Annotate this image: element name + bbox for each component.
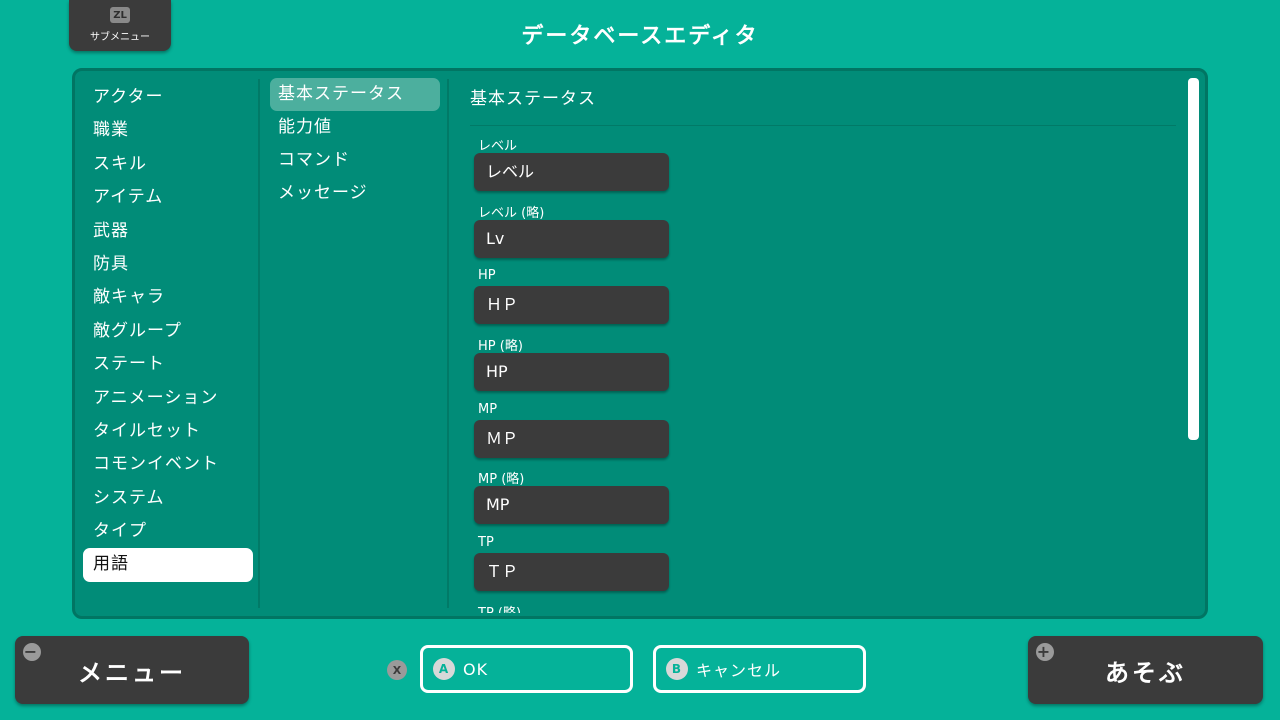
- menu-button[interactable]: − メニュー: [15, 636, 249, 704]
- minus-icon: −: [23, 642, 41, 661]
- field-level-abbr: レベル (略) Lv: [472, 193, 1180, 260]
- category-item-class[interactable]: 職業: [83, 114, 253, 147]
- category-item-armor[interactable]: 防具: [83, 248, 253, 281]
- field-label: HP: [478, 268, 496, 284]
- ok-button[interactable]: A OK: [420, 645, 633, 693]
- field-label: MP: [478, 401, 498, 417]
- category-item-skill[interactable]: スキル: [83, 148, 253, 181]
- subcategory-item-basic-status[interactable]: 基本ステータス: [270, 78, 440, 111]
- mp-abbr-input[interactable]: MP: [474, 486, 669, 525]
- b-button-icon: B: [666, 658, 688, 680]
- level-abbr-input[interactable]: Lv: [474, 219, 669, 258]
- tp-input[interactable]: ＴＰ: [474, 553, 669, 592]
- field-tp: TP ＴＰ: [472, 526, 1180, 593]
- field-label: レベル (略): [478, 205, 545, 221]
- subcategory-item-params[interactable]: 能力値: [270, 111, 440, 144]
- field-hp: HP ＨＰ: [472, 259, 1180, 326]
- field-level: レベル レベル: [472, 126, 1180, 193]
- hp-input[interactable]: ＨＰ: [474, 286, 669, 325]
- category-item-enemy[interactable]: 敵キャラ: [83, 281, 253, 314]
- subcategory-list: 基本ステータス 能力値 コマンド メッセージ: [270, 78, 440, 210]
- category-item-state[interactable]: ステート: [83, 348, 253, 381]
- play-button[interactable]: + あそぶ: [1028, 636, 1263, 704]
- menu-button-label: メニュー: [78, 658, 186, 687]
- field-list: レベル レベル レベル (略) Lv HP ＨＰ HP (略) HP MP ＭＰ…: [470, 126, 1180, 613]
- category-item-system[interactable]: システム: [83, 482, 253, 515]
- field-label: HP (略): [478, 339, 523, 355]
- a-button-icon: A: [433, 658, 455, 680]
- column-divider: [447, 79, 449, 608]
- category-item-tileset[interactable]: タイルセット: [83, 415, 253, 448]
- field-label: MP (略): [478, 472, 525, 488]
- field-tp-abbr: TP (略): [472, 593, 1180, 613]
- cancel-button-label: キャンセル: [696, 661, 782, 680]
- category-list: アクター 職業 スキル アイテム 武器 防具 敵キャラ 敵グループ ステート ア…: [83, 81, 253, 582]
- ok-button-label: OK: [463, 659, 489, 679]
- category-item-animation[interactable]: アニメーション: [83, 382, 253, 415]
- category-item-terms[interactable]: 用語: [83, 548, 253, 582]
- category-item-type[interactable]: タイプ: [83, 515, 253, 548]
- database-panel: アクター 職業 スキル アイテム 武器 防具 敵キャラ 敵グループ ステート ア…: [72, 68, 1208, 619]
- terms-content: 基本ステータス レベル レベル レベル (略) Lv HP ＨＰ HP (略) …: [470, 83, 1180, 613]
- category-item-item[interactable]: アイテム: [83, 181, 253, 214]
- field-mp-abbr: MP (略) MP: [472, 459, 1180, 526]
- level-input[interactable]: レベル: [474, 153, 669, 191]
- category-item-troop[interactable]: 敵グループ: [83, 315, 253, 348]
- subcategory-item-commands[interactable]: コマンド: [270, 144, 440, 177]
- subcategory-item-messages[interactable]: メッセージ: [270, 177, 440, 210]
- mp-input[interactable]: ＭＰ: [474, 419, 669, 458]
- scrollbar[interactable]: [1188, 78, 1199, 440]
- x-button-icon: X: [387, 660, 407, 680]
- page-title: データベースエディタ: [521, 24, 759, 49]
- category-item-common-event[interactable]: コモンイベント: [83, 448, 253, 481]
- category-item-actor[interactable]: アクター: [83, 81, 253, 114]
- play-button-label: あそぶ: [1105, 658, 1186, 687]
- field-label: TP: [478, 535, 494, 551]
- field-mp: MP ＭＰ: [472, 393, 1180, 460]
- column-divider: [258, 79, 260, 608]
- category-item-weapon[interactable]: 武器: [83, 215, 253, 248]
- plus-icon: +: [1036, 642, 1054, 661]
- field-label: TP (略): [478, 602, 521, 613]
- section-title: 基本ステータス: [470, 89, 596, 109]
- field-label: レベル: [478, 139, 518, 154]
- field-hp-abbr: HP (略) HP: [472, 326, 1180, 393]
- hp-abbr-input[interactable]: HP: [474, 353, 669, 392]
- cancel-button[interactable]: B キャンセル: [653, 645, 866, 693]
